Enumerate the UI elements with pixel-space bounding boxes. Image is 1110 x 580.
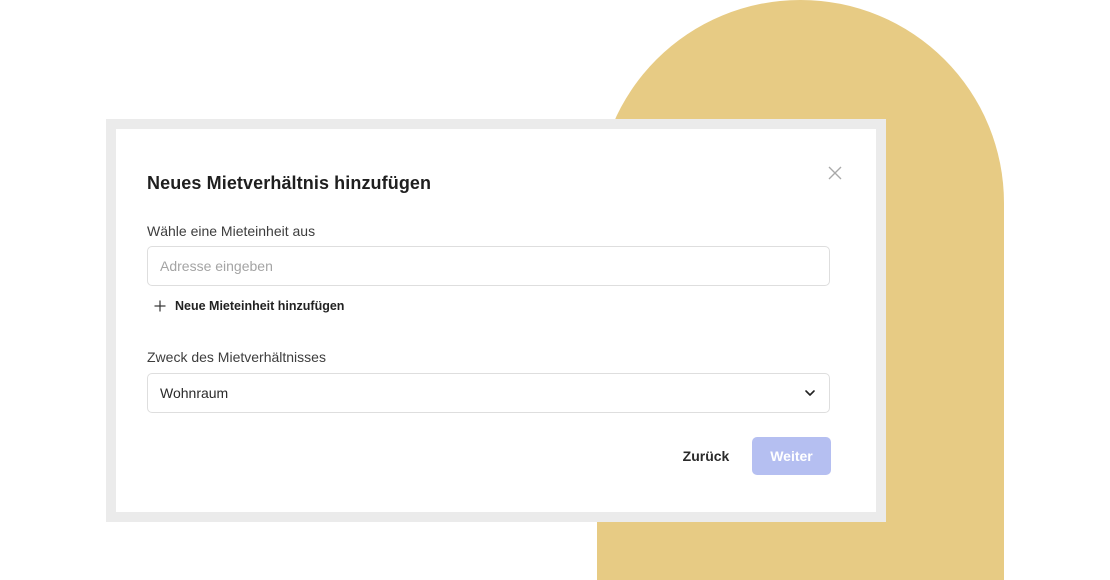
purpose-field-label: Zweck des Mietverhältnisses [147, 349, 326, 365]
new-tenancy-dialog: Neues Mietverhältnis hinzufügen Wähle ei… [116, 129, 876, 512]
purpose-selected-value: Wohnraum [160, 385, 229, 401]
dialog-title: Neues Mietverhältnis hinzufügen [147, 173, 432, 193]
page-stage: Neues Mietverhältnis hinzufügen Wähle ei… [0, 0, 1110, 580]
address-input[interactable] [148, 247, 829, 285]
unit-field-label: Wähle eine Mieteinheit aus [147, 223, 316, 239]
add-unit-label: Neue Mieteinheit hinzufügen [175, 299, 345, 313]
close-icon [828, 166, 842, 180]
chevron-down-icon [803, 386, 817, 400]
back-button[interactable]: Zurück [669, 437, 743, 475]
address-field-wrapper [147, 246, 830, 286]
plus-icon [153, 299, 167, 313]
add-unit-link[interactable]: Neue Mieteinheit hinzufügen [153, 299, 344, 313]
close-button[interactable] [827, 165, 843, 181]
next-button[interactable]: Weiter [752, 437, 831, 475]
purpose-select[interactable]: Wohnraum [147, 373, 830, 413]
